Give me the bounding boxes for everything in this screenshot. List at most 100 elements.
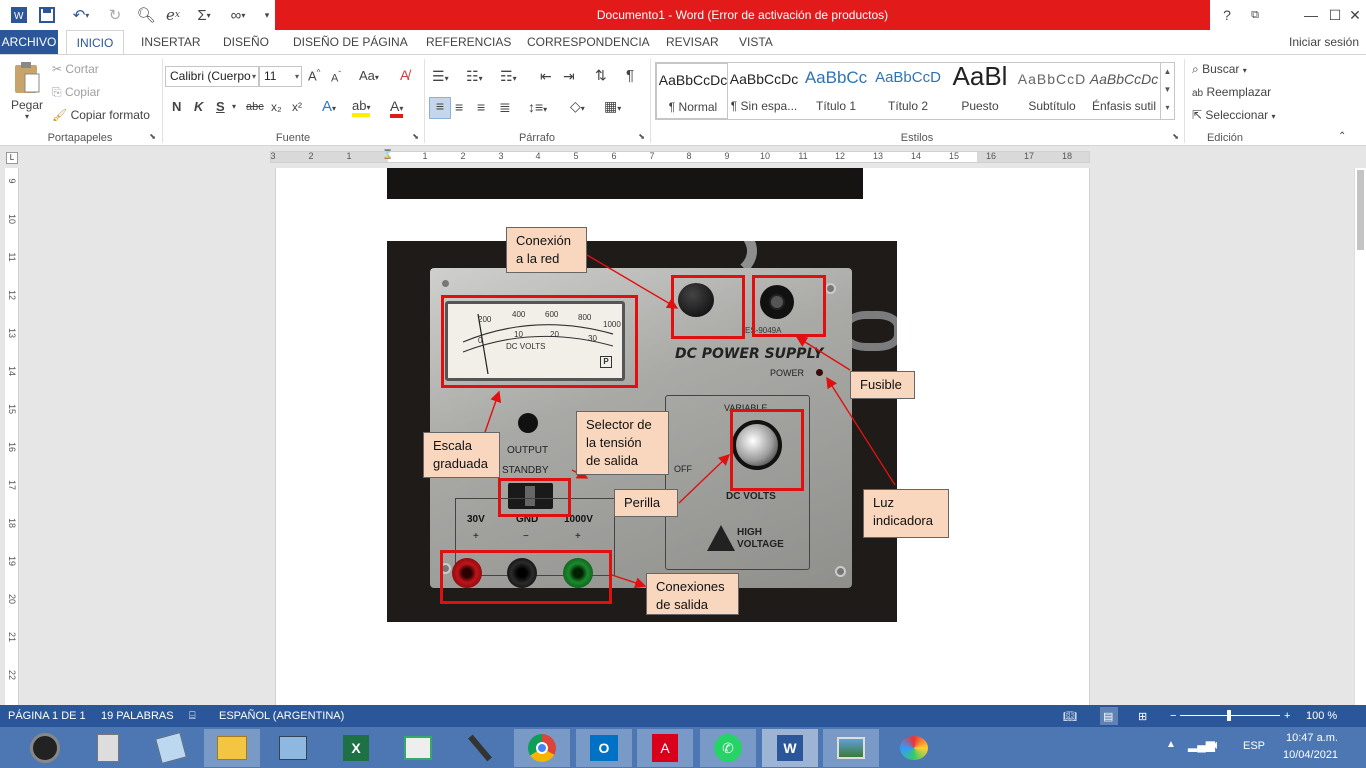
paint-icon[interactable] <box>886 729 942 767</box>
tab-vista[interactable]: VISTA <box>739 30 773 54</box>
close-button[interactable]: ✕ <box>1344 0 1366 30</box>
style-heading2[interactable]: AaBbCcD Título 2 <box>872 63 944 119</box>
styles-scroll[interactable]: ▲ ▼ ▾ <box>1160 63 1174 119</box>
zoom-thumb[interactable] <box>1227 710 1231 721</box>
infinity-icon[interactable]: ∞ ▾ <box>224 5 252 25</box>
word-count[interactable]: 19 PALABRAS <box>101 710 174 722</box>
format-painter-button[interactable]: 🖌︎ Copiar formato <box>52 108 150 122</box>
paste-button[interactable]: Pegar ▾ <box>8 61 46 121</box>
tab-correspondencia[interactable]: CORRESPONDENCIA <box>527 30 650 54</box>
align-center-icon[interactable]: ≡ <box>455 99 463 115</box>
network-icon[interactable]: ▂▄▆ <box>1188 738 1215 752</box>
horizontal-ruler[interactable]: 3 2 1 ⌛ 1 2 3 4 5 6 7 8 9 10 11 12 13 14… <box>270 149 1090 163</box>
underline-button[interactable]: S <box>216 99 225 114</box>
font-color-icon[interactable]: A▾ <box>390 98 404 118</box>
strikethrough-button[interactable]: abc <box>246 101 264 113</box>
pdf-icon[interactable]: A <box>637 729 693 767</box>
tab-insertar[interactable]: INSERTAR <box>141 30 201 54</box>
undo-icon[interactable]: ↶ ▾ <box>66 5 96 25</box>
input-language[interactable]: ESP <box>1243 740 1265 752</box>
superscript-button[interactable]: x² <box>292 100 302 114</box>
style-title[interactable]: AaBl Puesto <box>944 63 1016 119</box>
tab-archivo[interactable]: ARCHIVO <box>0 30 58 54</box>
page-count[interactable]: PÁGINA 1 DE 1 <box>8 710 86 722</box>
zoom-level[interactable]: 100 % <box>1306 710 1337 722</box>
text-effects-icon[interactable]: A▾ <box>322 98 336 115</box>
multilevel-list-icon[interactable]: ☶▾ <box>500 68 517 85</box>
tab-referencias[interactable]: REFERENCIAS <box>426 30 511 54</box>
tab-diseno-pagina[interactable]: DISEÑO DE PÁGINA <box>293 30 408 54</box>
bold-button[interactable]: N <box>172 99 181 114</box>
outlook-icon[interactable]: O <box>576 729 632 767</box>
select-button[interactable]: ⇱ Seleccionar ▾ <box>1192 108 1275 122</box>
ribbon-display-icon[interactable]: ⧉ <box>1240 0 1270 30</box>
clock-time[interactable]: 10:47 a.m. <box>1286 732 1338 744</box>
calculator-icon[interactable] <box>80 729 136 767</box>
show-hidden-icons[interactable]: ▲ <box>1166 739 1176 750</box>
microphone-icon[interactable] <box>452 729 508 767</box>
font-name-combo[interactable]: Calibri (Cuerpo ▾ <box>165 66 259 87</box>
find-button[interactable]: ⌕ Buscar ▾ <box>1192 62 1247 77</box>
web-layout-icon[interactable]: ⊞ <box>1138 710 1147 723</box>
chrome-icon[interactable] <box>514 729 570 767</box>
shading-icon[interactable]: ◇▾ <box>570 98 585 115</box>
indent-marker-icon[interactable]: ⌛ <box>382 149 393 160</box>
style-normal[interactable]: AaBbCcDc ¶ Normal <box>656 63 728 119</box>
clock-date[interactable]: 10/04/2021 <box>1283 749 1338 761</box>
vertical-scrollbar[interactable] <box>1354 168 1366 705</box>
volume-icon[interactable]: 🔈︎ <box>1213 737 1221 753</box>
proofing-icon[interactable]: ⌸ <box>189 710 196 723</box>
bullets-icon[interactable]: ☰▾ <box>432 68 449 85</box>
style-heading1[interactable]: AaBbCc Título 1 <box>800 63 872 119</box>
excel-icon[interactable]: X <box>328 729 384 767</box>
italic-button[interactable]: K <box>194 99 203 114</box>
replace-button[interactable]: ab Reemplazar <box>1192 85 1271 99</box>
zoom-in-icon[interactable]: + <box>1284 710 1290 722</box>
align-right-icon[interactable]: ≡ <box>477 99 485 115</box>
vertical-ruler[interactable]: 9 10 11 12 13 14 15 16 17 18 19 20 21 22 <box>5 168 19 705</box>
increase-indent-icon[interactable]: ⇥ <box>563 68 575 85</box>
print-preview-icon[interactable]: 🔍︎ <box>134 5 158 25</box>
tab-inicio[interactable]: INICIO <box>66 30 124 55</box>
grow-font-icon[interactable]: A^ <box>308 68 320 83</box>
read-mode-icon[interactable]: 📖︎ <box>1063 710 1077 723</box>
equation-icon[interactable]: ex <box>160 5 186 25</box>
sum-icon[interactable]: Σ ▾ <box>192 5 216 25</box>
signin-link[interactable]: Iniciar sesión <box>1289 30 1359 54</box>
sort-icon[interactable]: ⇅ <box>595 67 607 84</box>
control-panel-icon[interactable] <box>265 729 321 767</box>
notes-icon[interactable] <box>143 729 199 767</box>
copy-button[interactable]: ⎘ Copiar <box>52 85 100 100</box>
decrease-indent-icon[interactable]: ⇤ <box>540 68 552 85</box>
underline-dropdown-icon[interactable]: ▾ <box>232 102 236 111</box>
clear-format-icon[interactable]: A̸ <box>400 67 409 83</box>
collapse-ribbon-icon[interactable]: ⌃ <box>1338 131 1346 142</box>
word-app-icon[interactable]: W <box>8 5 30 25</box>
customize-qat-icon[interactable]: ▾ <box>262 5 272 25</box>
file-explorer-icon[interactable] <box>204 729 260 767</box>
presentation-icon[interactable] <box>390 729 446 767</box>
photos-icon[interactable] <box>823 729 879 767</box>
style-subtle-emphasis[interactable]: AaBbCcDc Énfasis sutil <box>1088 63 1160 119</box>
style-no-spacing[interactable]: AaBbCcDc ¶ Sin espa... <box>728 63 800 119</box>
camera-app-icon[interactable] <box>17 729 73 767</box>
font-size-combo[interactable]: 11 ▾ <box>259 66 302 87</box>
style-subtitle[interactable]: AaBbCcD Subtítulo <box>1016 63 1088 119</box>
align-left-icon[interactable]: ≡ <box>429 97 451 119</box>
numbering-icon[interactable]: ☷▾ <box>466 68 483 85</box>
change-case-icon[interactable]: Aa▾ <box>359 68 379 83</box>
subscript-button[interactable]: x₂ <box>271 100 282 114</box>
help-button[interactable]: ? <box>1212 0 1242 30</box>
redo-icon[interactable]: ↻ <box>104 5 126 25</box>
tab-selector-icon[interactable]: L <box>6 152 18 164</box>
language[interactable]: ESPAÑOL (ARGENTINA) <box>219 710 344 722</box>
save-icon[interactable] <box>36 5 58 25</box>
shrink-font-icon[interactable]: Aˇ <box>331 70 341 85</box>
zoom-out-icon[interactable]: − <box>1170 710 1176 722</box>
line-spacing-icon[interactable]: ↕≡▾ <box>528 99 547 115</box>
whatsapp-icon[interactable]: ✆ <box>700 729 756 767</box>
highlight-icon[interactable]: ab▾ <box>352 98 371 117</box>
borders-icon[interactable]: ▦▾ <box>604 98 621 115</box>
word-taskbar-icon[interactable]: W <box>762 729 818 767</box>
cut-button[interactable]: ✂ Cortar <box>52 62 99 76</box>
